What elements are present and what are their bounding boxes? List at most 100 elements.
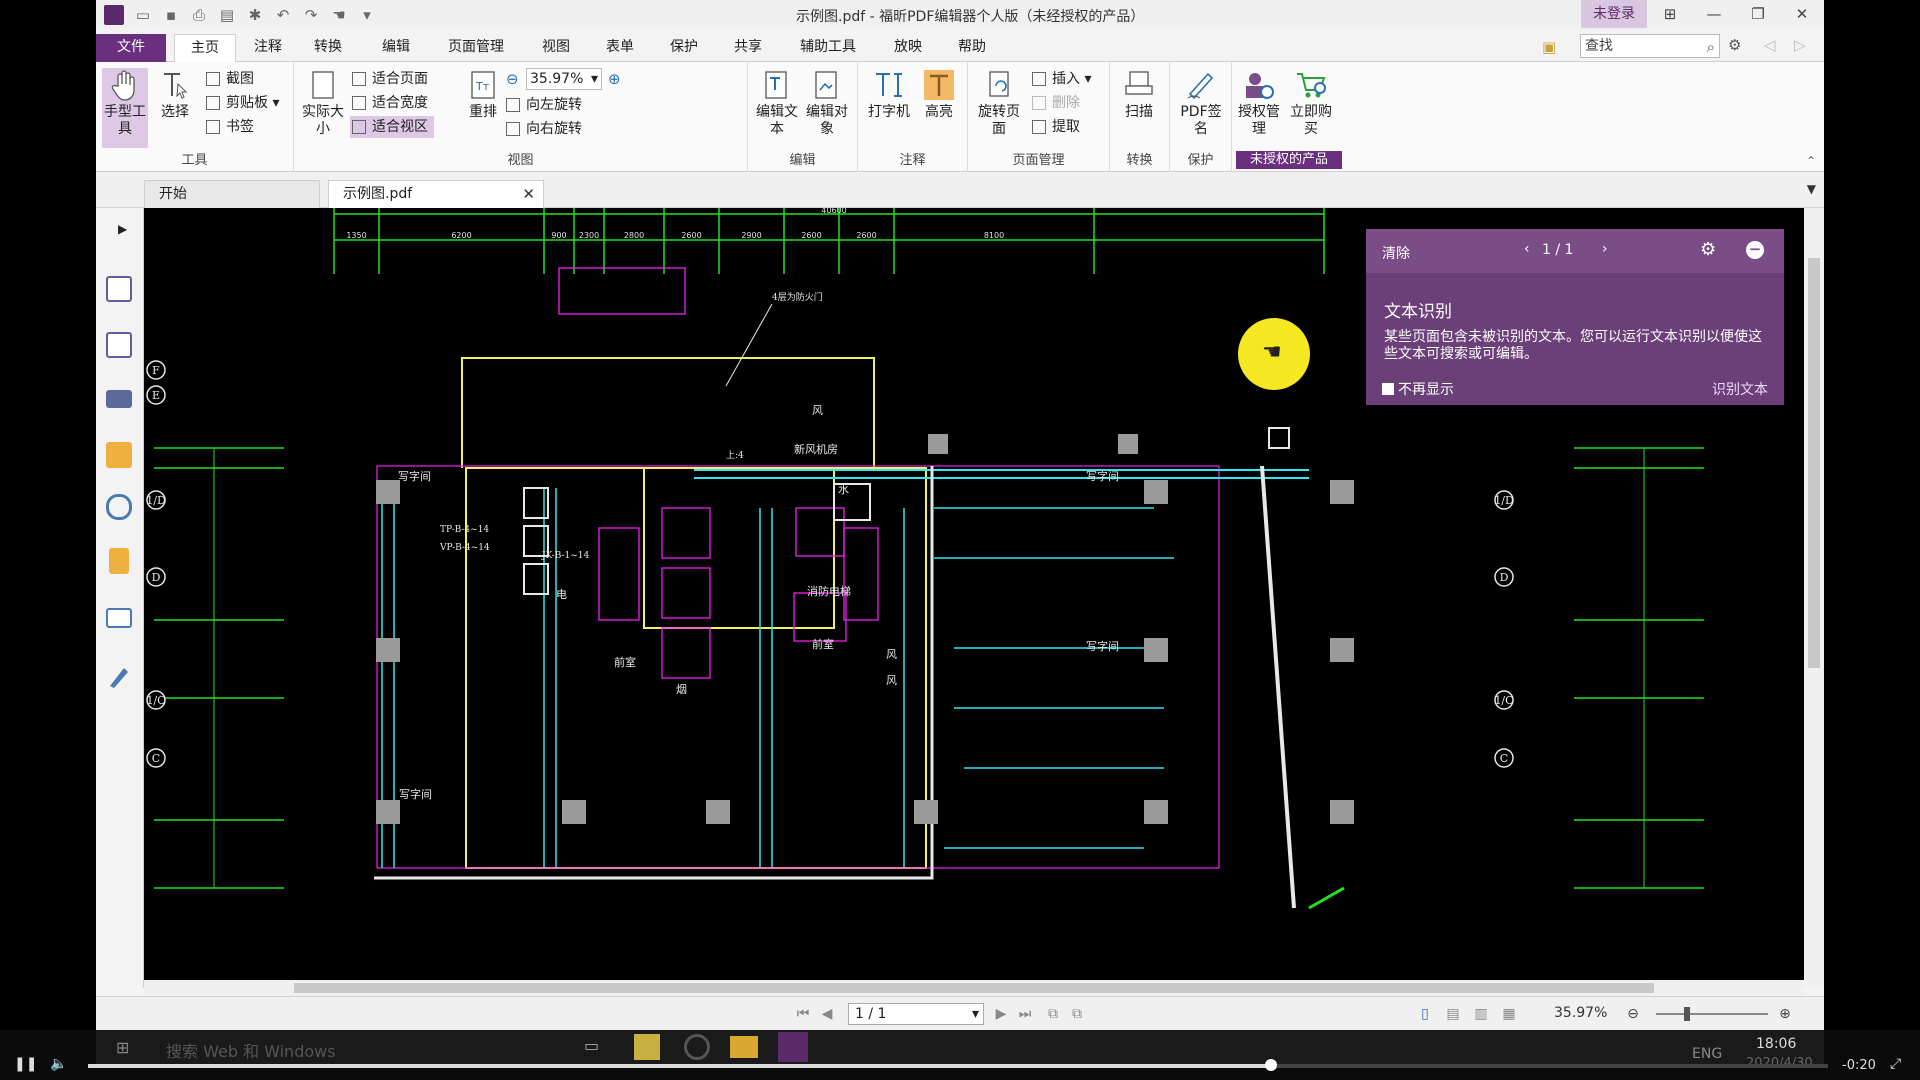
page-number-input[interactable]: 1 / 1 ▾ [848,1003,984,1025]
edit-text-button[interactable]: 编辑文本 [754,68,800,138]
restore-icon[interactable]: ❐ [1736,0,1780,28]
comments-panel-icon[interactable] [106,442,132,468]
first-page-icon[interactable]: ⏮ [794,1005,812,1023]
zoom-slider[interactable] [1656,1007,1768,1021]
search-icon[interactable]: ⌕ [1707,36,1715,58]
horizontal-scrollbar[interactable] [144,980,1804,996]
attachments-panel-icon[interactable] [106,494,132,520]
taskbar-search[interactable]: 搜索 Web 和 Windows [166,1038,336,1062]
license-manage-button[interactable]: 授权管理 [1236,68,1282,138]
clipboard-button[interactable]: 剪贴板 ▾ [204,92,279,114]
volume-icon[interactable]: 🔈 [50,1056,67,1072]
scan-quick-icon[interactable]: ▤ [216,4,238,26]
tab-page-manage[interactable]: 页面管理 [436,34,516,62]
rotate-left-button[interactable]: 向左旋转 [504,94,582,116]
settings-gear-icon[interactable]: ⚙ [1728,36,1741,54]
tab-list-icon[interactable]: ▼ [1807,182,1816,196]
customize-icon[interactable]: ▾ [356,4,378,26]
prev-page-icon[interactable]: ◀ [818,1005,836,1023]
find-options-icon[interactable]: ▣ [1542,38,1562,56]
reflow-button[interactable]: Tт 重排 [460,68,506,121]
fit-width-button[interactable]: 适合宽度 [350,92,428,114]
input-language[interactable]: ENG [1692,1046,1722,1062]
expand-panel-icon[interactable]: ▶ [118,222,127,236]
collapse-ribbon-icon[interactable]: ⌃ [1806,154,1816,168]
popup-prev-icon[interactable]: ‹ [1524,241,1530,257]
zoom-combo[interactable]: 35.97% ▾ [526,68,602,90]
redo-icon[interactable]: ↷ [300,4,322,26]
tab-convert[interactable]: 转换 [304,34,352,62]
dont-show-checkbox[interactable]: 不再显示 [1382,379,1454,399]
playback-progress[interactable] [88,1059,1828,1071]
prev-result-icon[interactable]: ◁ [1764,36,1776,54]
task-view-icon[interactable]: ▭ [584,1036,599,1055]
tab-help[interactable]: 帮助 [948,34,996,62]
tab-start[interactable]: 开始 [144,180,320,208]
tab-form[interactable]: 表单 [596,34,644,62]
tab-home[interactable]: 主页 [174,34,236,63]
pdf-sign-button[interactable]: PDF签名 [1178,68,1224,138]
tab-document[interactable]: 示例图.pdf ✕ [328,180,544,208]
bookmark-button[interactable]: 书签 [204,116,254,138]
scan-button[interactable]: 扫描 [1116,68,1162,121]
zoom-out-icon[interactable]: ⊖ [506,70,519,88]
taskbar-foxit-icon[interactable] [778,1032,808,1062]
signature-panel-icon[interactable] [106,664,132,690]
typewriter-button[interactable]: 打字机 [866,68,912,121]
minimize-icon[interactable]: — [1692,0,1736,28]
zoom-in-icon[interactable]: ⊕ [608,70,621,88]
login-button[interactable]: 未登录 [1581,0,1647,28]
screenshot-button[interactable]: 截图 [204,68,254,90]
close-tab-icon[interactable]: ✕ [522,181,535,207]
continuous-page-icon[interactable]: ▤ [1444,1005,1462,1023]
horizontal-scroll-thumb[interactable] [294,983,1654,993]
recognize-text-link[interactable]: 识别文本 [1712,379,1768,399]
next-page-icon[interactable]: ▶ [992,1005,1010,1023]
zoom-slider-knob[interactable] [1684,1007,1690,1021]
vertical-scroll-thumb[interactable] [1808,258,1820,668]
tab-file[interactable]: 文件 [96,34,166,62]
tab-edit[interactable]: 编辑 [372,34,420,62]
tab-view[interactable]: 视图 [532,34,580,62]
save-icon[interactable]: ▪ [160,4,182,26]
prev-view-icon[interactable]: ⧉ [1044,1005,1062,1023]
buy-now-button[interactable]: 立即购买 [1288,68,1334,138]
tab-comment[interactable]: 注释 [244,34,292,62]
zoom-in-status-icon[interactable]: ⊕ [1776,1005,1794,1023]
rotate-right-button[interactable]: 向右旋转 [504,118,582,140]
layout-icon[interactable]: ⊞ [1648,0,1692,28]
facing-page-icon[interactable]: ▥ [1472,1005,1490,1023]
popup-next-icon[interactable]: › [1602,241,1608,257]
windows-start-icon[interactable]: ⊞ [116,1038,129,1057]
fit-view-button[interactable]: 适合视区 [350,116,434,138]
popup-minimize-icon[interactable]: − [1746,241,1764,259]
hand-quick-icon[interactable]: ☚ [328,4,350,26]
progress-knob[interactable] [1265,1059,1278,1071]
security-lock-icon[interactable] [109,548,129,574]
tab-slideshow[interactable]: 放映 [884,34,932,62]
print-icon[interactable]: ⎙ [188,4,210,26]
taskbar-browser-icon[interactable] [684,1034,710,1060]
insert-button[interactable]: 插入 ▾ [1030,68,1091,90]
search-input[interactable]: 查找 ⌕ [1580,34,1720,58]
last-page-icon[interactable]: ⏭ [1016,1005,1034,1023]
next-result-icon[interactable]: ▷ [1794,36,1806,54]
checkbox-icon[interactable] [1382,383,1394,395]
actual-size-button[interactable]: 实际大小 [300,68,346,138]
form-fields-panel-icon[interactable] [106,608,132,628]
pages-panel-icon[interactable] [106,332,132,358]
zoom-level[interactable]: 35.97% [1554,1005,1607,1021]
single-page-icon[interactable]: ▯ [1416,1005,1434,1023]
open-icon[interactable]: ▭ [132,4,154,26]
continuous-facing-icon[interactable]: ▦ [1500,1005,1518,1023]
select-button[interactable]: 选择 [152,68,198,121]
rotate-page-button[interactable]: 旋转页面 [976,68,1022,138]
layers-panel-icon[interactable] [106,390,132,408]
highlight-button[interactable]: 高亮 [916,68,962,121]
taskbar-explorer-icon[interactable] [730,1036,758,1058]
pause-icon[interactable]: ❚❚ [14,1056,37,1072]
undo-icon[interactable]: ↶ [272,4,294,26]
hand-tool-button[interactable]: 手型工具 [102,68,148,148]
new-icon[interactable]: ✱ [244,4,266,26]
bookmarks-panel-icon[interactable] [106,276,132,302]
